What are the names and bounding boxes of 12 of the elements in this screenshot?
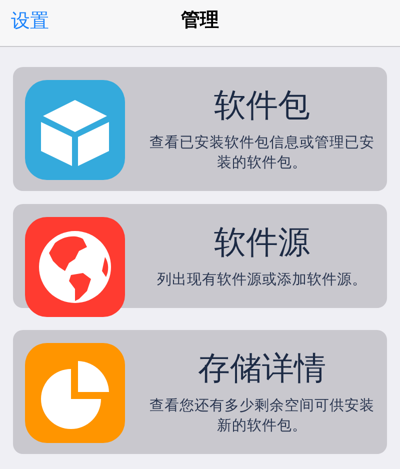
card-description: 列出现有软件源或添加软件源。: [157, 271, 367, 290]
page-title: 管理: [181, 8, 219, 32]
globe-icon: [25, 217, 125, 317]
card-title: 软件包: [214, 85, 310, 125]
card-title: 软件源: [214, 222, 310, 262]
box-icon: [25, 80, 125, 180]
menu-card[interactable]: 存储详情 查看您还有多少剩余空间可供安装新的软件包。: [13, 330, 387, 454]
menu-card[interactable]: 软件包 查看已安装软件包信息或管理已安装的软件包。: [13, 67, 387, 191]
card-description: 查看您还有多少剩余空间可供安装新的软件包。: [148, 396, 376, 436]
card-description: 查看已安装软件包信息或管理已安装的软件包。: [148, 134, 376, 173]
pie-chart-icon: [25, 343, 125, 443]
card-title: 存储详情: [198, 348, 326, 388]
